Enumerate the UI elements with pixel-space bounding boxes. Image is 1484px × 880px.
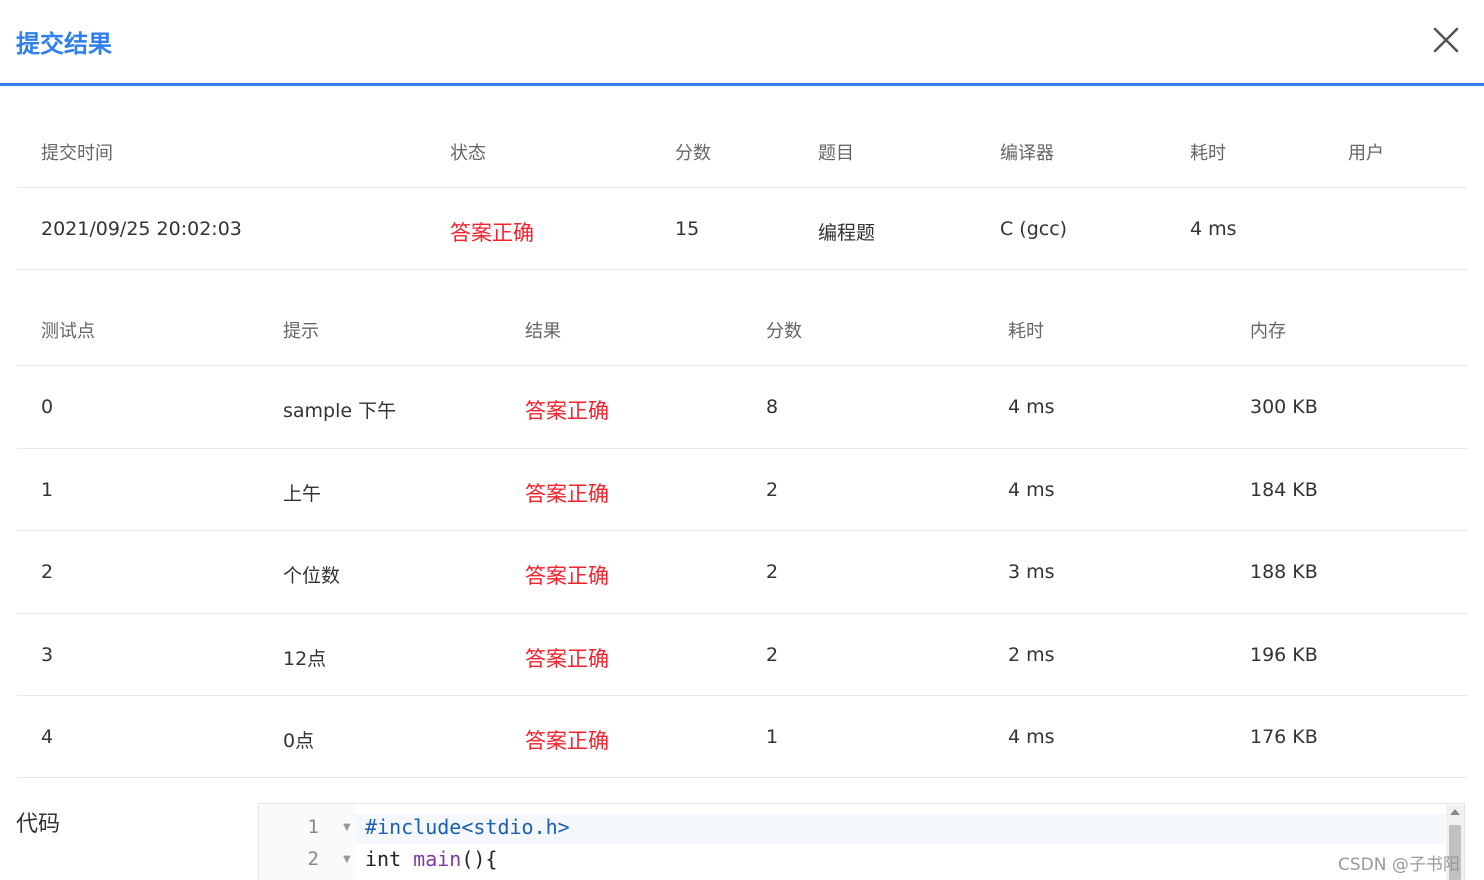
divider bbox=[17, 365, 1467, 366]
summary-header-time-used: 耗时 bbox=[1190, 143, 1226, 164]
test-header-result: 结果 bbox=[525, 321, 561, 342]
test-time: 4 ms bbox=[1008, 396, 1055, 418]
test-header-hint: 提示 bbox=[283, 321, 319, 342]
test-time: 4 ms bbox=[1008, 726, 1055, 748]
test-hint: sample 下午 bbox=[283, 400, 397, 422]
test-header-time: 耗时 bbox=[1008, 321, 1044, 342]
test-header-score: 分数 bbox=[766, 321, 802, 342]
test-case-id: 1 bbox=[41, 479, 54, 501]
code-token-rest: (){ bbox=[461, 847, 498, 871]
test-result: 答案正确 bbox=[525, 399, 609, 423]
line-number: 2 bbox=[307, 848, 319, 870]
test-time: 3 ms bbox=[1008, 561, 1055, 583]
summary-status: 答案正确 bbox=[450, 221, 534, 245]
code-line: int main(){ bbox=[365, 847, 497, 871]
test-header-case: 测试点 bbox=[41, 321, 95, 342]
test-memory: 300 KB bbox=[1250, 396, 1318, 418]
code-token-type: int bbox=[365, 847, 402, 871]
watermark: CSDN @子书阳 bbox=[1338, 855, 1460, 875]
test-memory: 196 KB bbox=[1250, 644, 1318, 666]
summary-header-compiler: 编译器 bbox=[1000, 143, 1054, 164]
code-line: #include<stdio.h> bbox=[365, 815, 570, 839]
summary-header-time: 提交时间 bbox=[41, 143, 113, 164]
code-editor[interactable]: 1 ▼ #include<stdio.h> 2 ▼ int main(){ bbox=[258, 803, 1465, 880]
test-result: 答案正确 bbox=[525, 564, 609, 588]
test-memory: 176 KB bbox=[1250, 726, 1318, 748]
summary-header-user: 用户 bbox=[1348, 143, 1384, 164]
test-time: 2 ms bbox=[1008, 644, 1055, 666]
test-score: 1 bbox=[766, 726, 779, 748]
summary-submit-time: 2021/09/25 20:02:03 bbox=[41, 218, 242, 240]
test-case-id: 3 bbox=[41, 644, 54, 666]
test-time: 4 ms bbox=[1008, 479, 1055, 501]
summary-time-used: 4 ms bbox=[1190, 218, 1237, 240]
test-score: 2 bbox=[766, 479, 779, 501]
line-number: 1 bbox=[307, 816, 319, 838]
test-result: 答案正确 bbox=[525, 482, 609, 506]
summary-header-status: 状态 bbox=[450, 143, 486, 164]
divider bbox=[17, 777, 1467, 778]
dialog-title: 提交结果 bbox=[16, 30, 112, 58]
code-label: 代码 bbox=[16, 812, 61, 837]
test-hint: 上午 bbox=[283, 483, 322, 505]
divider bbox=[17, 530, 1467, 531]
test-score: 2 bbox=[766, 644, 779, 666]
test-header-memory: 内存 bbox=[1250, 321, 1286, 342]
dialog-header: 提交结果 bbox=[0, 0, 1484, 86]
divider bbox=[17, 187, 1467, 188]
test-score: 8 bbox=[766, 396, 779, 418]
test-case-id: 4 bbox=[41, 726, 54, 748]
test-case-id: 0 bbox=[41, 396, 54, 418]
scroll-up-arrow-icon[interactable] bbox=[1450, 809, 1460, 815]
test-memory: 184 KB bbox=[1250, 479, 1318, 501]
fold-arrow-icon[interactable]: ▼ bbox=[343, 822, 351, 833]
test-hint: 个位数 bbox=[283, 565, 341, 587]
divider bbox=[17, 448, 1467, 449]
divider bbox=[17, 269, 1467, 270]
fold-arrow-icon[interactable]: ▼ bbox=[343, 854, 351, 865]
divider bbox=[17, 613, 1467, 614]
close-icon[interactable] bbox=[1430, 24, 1462, 56]
test-score: 2 bbox=[766, 561, 779, 583]
divider bbox=[17, 695, 1467, 696]
test-result: 答案正确 bbox=[525, 647, 609, 671]
code-token-preprocessor: #include<stdio.h> bbox=[365, 815, 570, 839]
summary-compiler: C (gcc) bbox=[1000, 218, 1068, 240]
test-hint: 0点 bbox=[283, 730, 315, 752]
code-token-function: main bbox=[413, 847, 462, 871]
summary-score: 15 bbox=[675, 218, 700, 240]
test-hint: 12点 bbox=[283, 648, 327, 670]
test-result: 答案正确 bbox=[525, 729, 609, 753]
summary-header-score: 分数 bbox=[675, 143, 711, 164]
summary-problem-link[interactable]: 编程题 bbox=[818, 218, 875, 245]
summary-header-problem: 题目 bbox=[818, 143, 854, 164]
test-case-id: 2 bbox=[41, 561, 54, 583]
test-memory: 188 KB bbox=[1250, 561, 1318, 583]
